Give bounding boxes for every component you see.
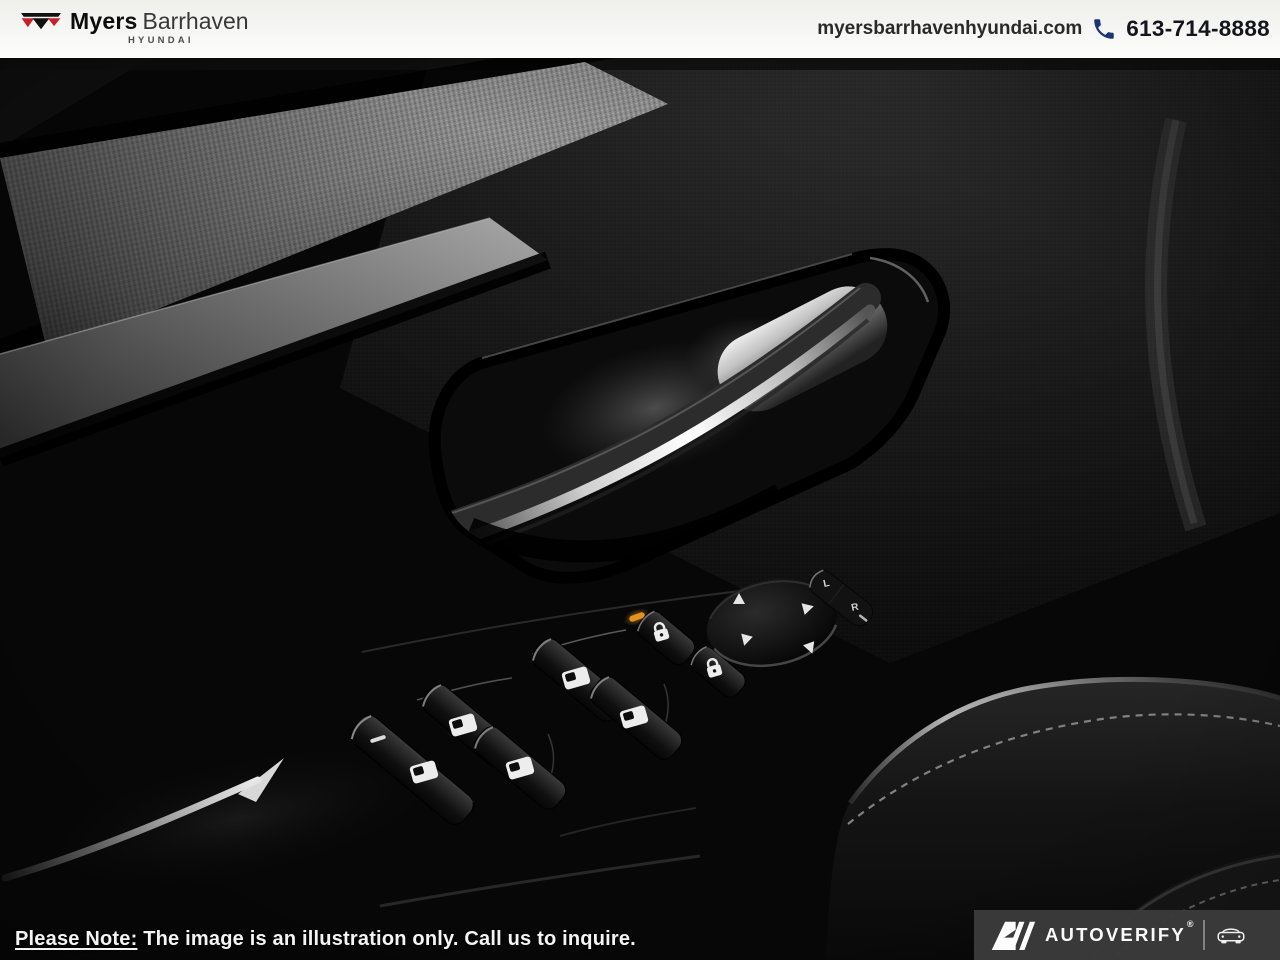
car-front-icon [1216, 925, 1246, 946]
myers-triangles-logo-icon [20, 13, 62, 33]
vehicle-door-panel-photo: L R [0, 58, 1280, 960]
dealer-name-myers: Myers [70, 8, 137, 34]
door-panel-scene: L R [0, 58, 1280, 960]
dealer-header-bar: MyersBarrhaven HYUNDAI myersbarrhavenhyu… [0, 0, 1280, 58]
phone-icon [1091, 16, 1117, 42]
autoverify-logo-icon [990, 919, 1036, 951]
dealer-phone-number: 613-714-8888 [1126, 16, 1270, 42]
dealer-contact: myersbarrhavenhyundai.com 613-714-8888 [817, 0, 1270, 58]
dealer-logo: MyersBarrhaven HYUNDAI [20, 10, 249, 46]
disclaimer-text: The image is an illustration only. Call … [143, 928, 636, 950]
autoverify-bar: AUTOVERIFY® [974, 910, 1280, 960]
dealer-name: MyersBarrhaven [70, 10, 249, 33]
vignette [0, 58, 1280, 960]
disclaimer-note: Please Note: The image is an illustratio… [15, 928, 636, 951]
autoverify-brand: AUTOVERIFY® [1045, 924, 1194, 946]
registered-trademark: ® [1187, 919, 1194, 929]
dealer-brand-hyundai: HYUNDAI [128, 36, 249, 46]
dealer-name-barrhaven: Barrhaven [142, 8, 248, 34]
dealer-website: myersbarrhavenhyundai.com [817, 18, 1082, 40]
dealer-listing-image: { "header": { "dealer": { "name_bold": "… [0, 0, 1280, 960]
divider [1203, 920, 1205, 950]
disclaimer-label: Please Note: [15, 928, 137, 950]
